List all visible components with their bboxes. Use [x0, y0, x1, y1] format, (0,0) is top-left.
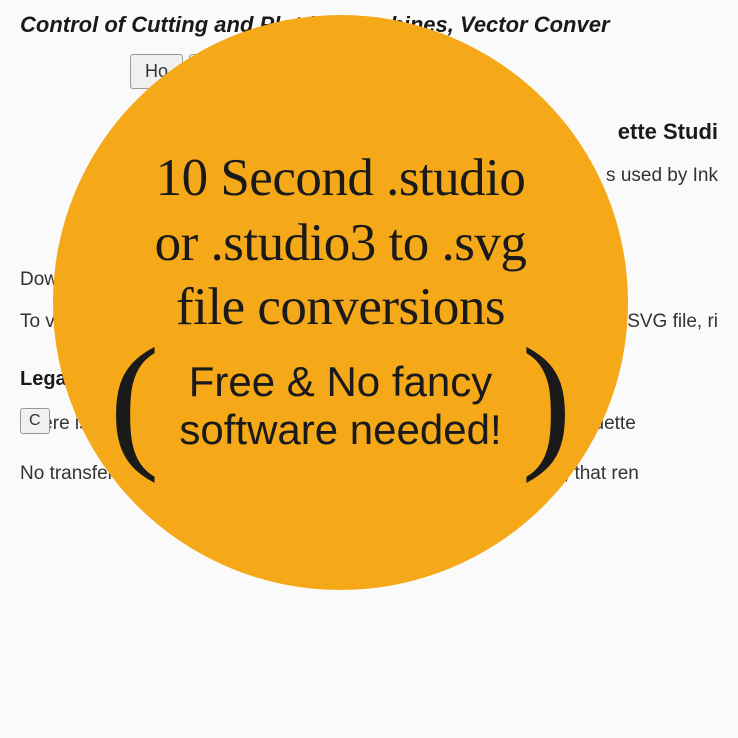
badge-main-text: 10 Second .studio or .studio3 to .svg fi… [155, 146, 527, 340]
promo-badge: 10 Second .studio or .studio3 to .svg fi… [53, 15, 628, 590]
choose-button[interactable]: C [20, 408, 50, 434]
badge-sub-wrapper: ( Free & No fancy software needed! ) [101, 354, 579, 459]
paren-left-icon: ( [109, 349, 159, 454]
badge-sub-text: Free & No fancy software needed! [151, 358, 529, 455]
paren-right-icon: ) [522, 349, 572, 454]
